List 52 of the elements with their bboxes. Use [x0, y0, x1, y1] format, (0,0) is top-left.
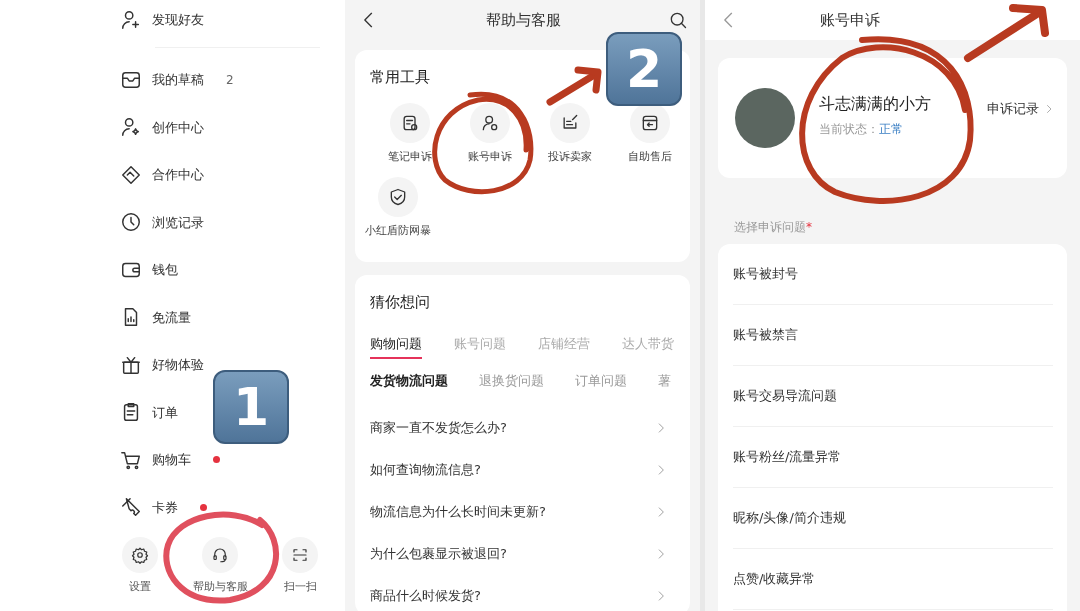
bottom-action[interactable]: 帮助与客服	[180, 537, 260, 596]
shield-check-icon	[388, 187, 408, 207]
tool-button[interactable]: 账号申诉	[450, 102, 530, 165]
person-plus-icon	[120, 9, 142, 31]
question-item[interactable]: 商品什么时候发货?	[370, 574, 680, 611]
card-title: 常用工具	[370, 67, 430, 88]
appeal-records-link[interactable]: 申诉记录	[987, 99, 1055, 119]
menu-item[interactable]: 免流量	[120, 293, 191, 341]
hand-drawn-arrow	[546, 66, 602, 106]
issue-option[interactable]: 昵称/头像/简介违规	[733, 488, 1053, 549]
bottom-action[interactable]: 设置	[100, 537, 180, 596]
category-tab[interactable]: 购物问题	[370, 333, 422, 359]
menu-item[interactable]: 合作中心	[120, 151, 204, 199]
menu-item[interactable]: 订单	[120, 388, 178, 436]
menu-item[interactable]: 浏览记录	[120, 198, 204, 246]
clock-icon	[120, 211, 142, 234]
user-name: 斗志满满的小方	[819, 93, 931, 115]
count-label: 2	[226, 71, 234, 89]
menu-item[interactable]: 创作中心	[120, 103, 204, 151]
section-label: 选择申诉问题*	[733, 219, 813, 236]
menu-item[interactable]: 卡券	[120, 483, 207, 531]
issue-option[interactable]: 账号交易导流问题	[733, 366, 1053, 427]
page-title: 帮助与客服	[486, 9, 561, 31]
page-title: 账号申诉	[819, 9, 880, 31]
menu-item[interactable]: 钱包	[120, 246, 178, 294]
menu-item[interactable]: 发现好友	[120, 0, 204, 40]
tool-button[interactable]: 笔记申诉	[370, 102, 450, 165]
question-item[interactable]: 商家一直不发货怎么办?	[370, 406, 680, 449]
issue-option[interactable]: 账号被封号	[733, 244, 1053, 305]
issue-option[interactable]: 账号被禁言	[733, 305, 1053, 366]
card-title: 猜你想问	[370, 292, 430, 313]
number-badge: 1	[213, 370, 289, 444]
subcategory-tab[interactable]: 发货物流问题	[370, 371, 448, 391]
person-star-icon	[120, 116, 142, 139]
question-item[interactable]: 如何查询物流信息?	[370, 448, 680, 491]
avatar-photo-placeholder	[735, 88, 795, 148]
menu-item[interactable]: 好物体验	[120, 341, 204, 389]
scan-icon	[291, 546, 309, 564]
search-button[interactable]	[668, 10, 688, 30]
issue-option[interactable]: 账号粉丝/流量异常	[733, 427, 1053, 488]
search-icon	[668, 10, 688, 30]
issue-option[interactable]: 点赞/收藏异常	[733, 549, 1053, 610]
number-badge: 2	[606, 32, 682, 106]
handshake-icon	[120, 163, 142, 186]
question-item[interactable]: 为什么包裹显示被退回?	[370, 532, 680, 575]
tool-button[interactable]: 小红盾防网暴	[365, 177, 431, 240]
question-item[interactable]: 物流信息为什么长时间未更新?	[370, 490, 680, 533]
bottom-action[interactable]: 扫一扫	[260, 537, 340, 596]
menu-item[interactable]: 我的草稿 2	[120, 56, 234, 104]
account-status: 当前状态：正常	[819, 121, 904, 138]
headset-icon	[211, 546, 229, 564]
settings-icon	[131, 546, 149, 564]
